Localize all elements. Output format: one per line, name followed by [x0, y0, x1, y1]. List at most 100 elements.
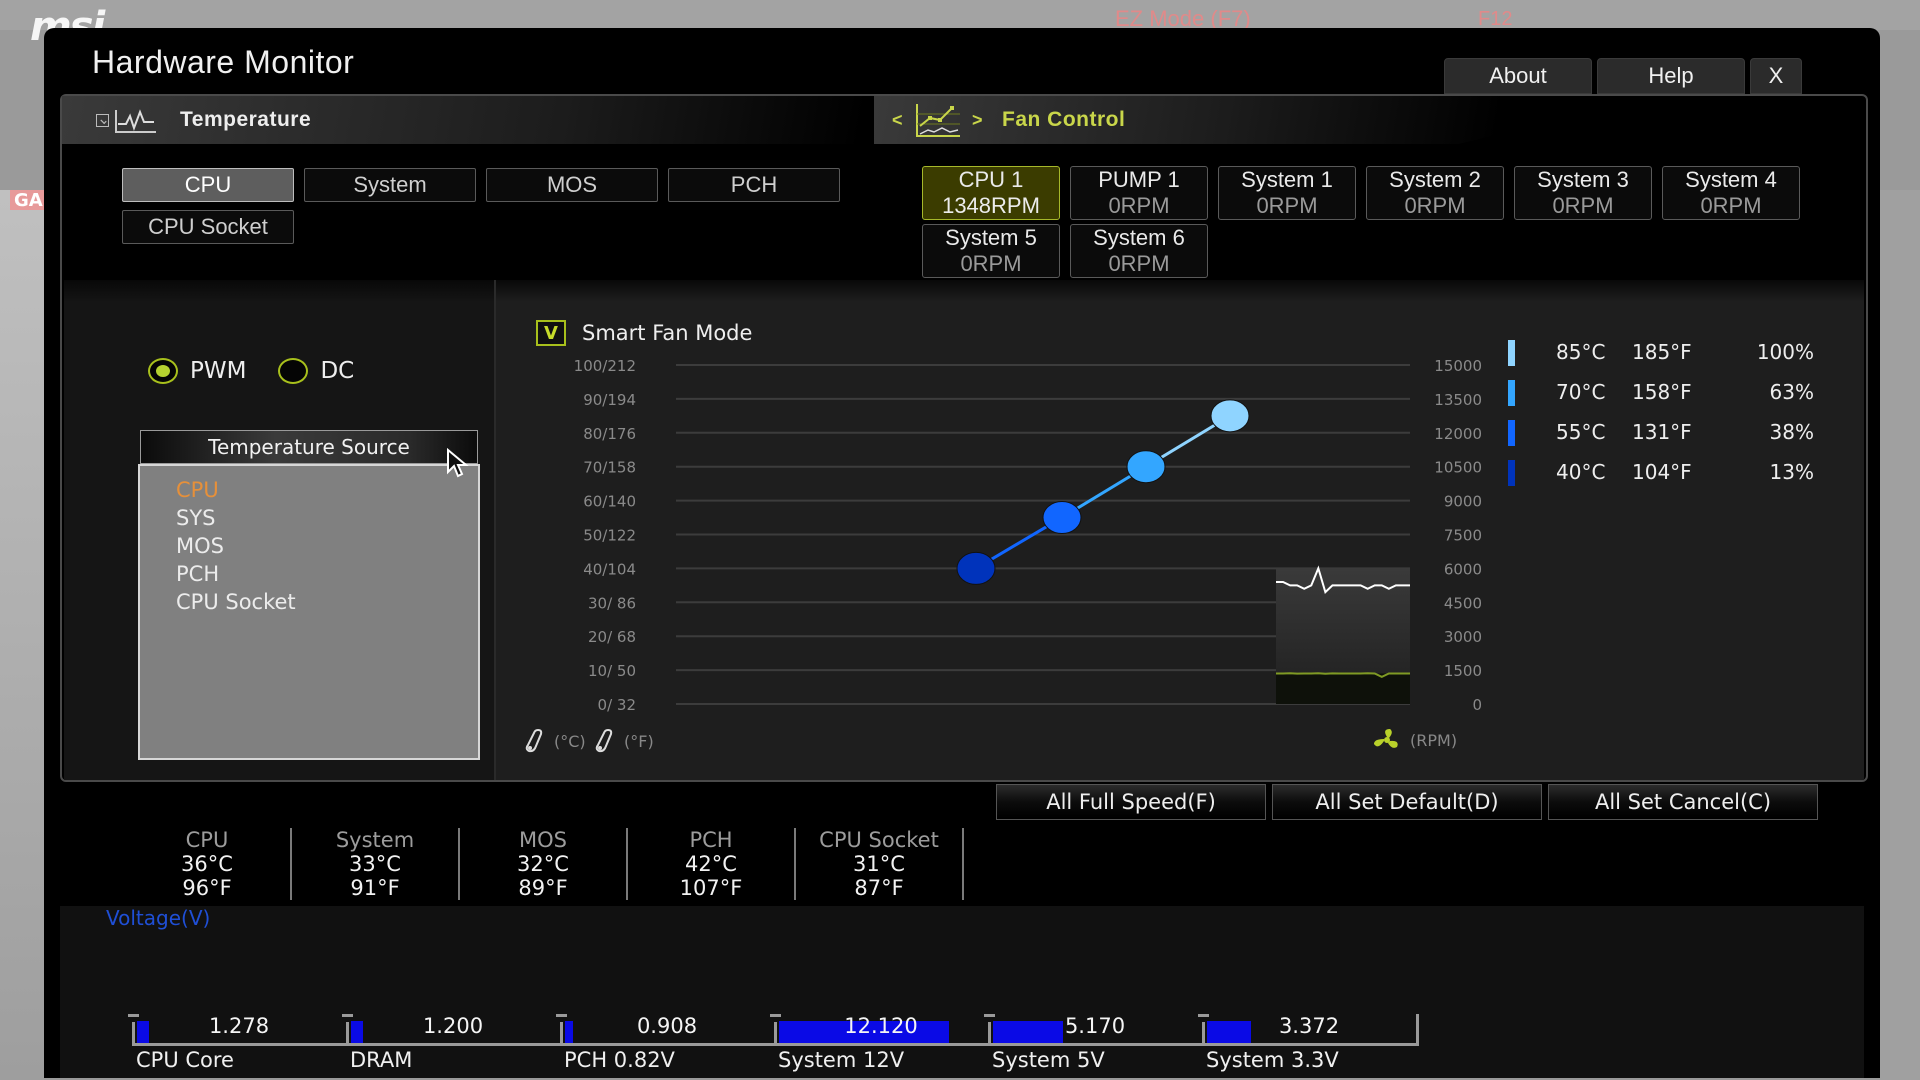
fan-name: System 6 — [1093, 225, 1185, 250]
legend-swatch — [1508, 460, 1515, 486]
bios-top-bar — [0, 0, 1920, 30]
readout-celsius: 31°C — [853, 852, 905, 876]
fan-rpm: 0RPM — [1108, 251, 1170, 276]
fan-button-cpu1[interactable]: CPU 1 1348RPM — [922, 166, 1060, 220]
about-button[interactable]: About — [1444, 58, 1592, 94]
all-full-speed-button[interactable]: All Full Speed(F) — [996, 784, 1266, 820]
legend-row: 40°C 104°F 13% — [1504, 456, 1814, 496]
legend-swatch — [1508, 420, 1515, 446]
fan-button-system4[interactable]: System 4 0RPM — [1662, 166, 1800, 220]
temp-tab-system[interactable]: System — [304, 168, 476, 202]
voltage-bar-cpu-core: 1.278 CPU Core — [128, 1014, 346, 1072]
readout-mos: MOS 32°C 89°F — [460, 828, 628, 900]
fan-name: System 5 — [945, 225, 1037, 250]
legend-row: 55°C 131°F 38% — [1504, 416, 1814, 456]
monitor-panel: Temperature < > Fan Control CPU System M… — [60, 94, 1868, 782]
fan-control-section-label[interactable]: Fan Control — [1002, 108, 1125, 132]
readout-fahrenheit: 91°F — [350, 876, 400, 900]
help-button[interactable]: Help — [1597, 58, 1745, 94]
fan-button-system3[interactable]: System 3 0RPM — [1514, 166, 1652, 220]
y-tick-label-left: 90/194 — [583, 391, 636, 409]
temperature-section-label[interactable]: Temperature — [180, 108, 311, 132]
fan-curve-point[interactable] — [1126, 450, 1166, 484]
voltage-bar-system-5v: 5.170 System 5V — [984, 1014, 1202, 1072]
legend-row: 85°C 185°F 100% — [1504, 336, 1814, 376]
legend-swatch — [1508, 380, 1515, 406]
chevron-right-icon[interactable]: > — [972, 110, 983, 131]
legend-celsius: 40°C — [1556, 460, 1606, 484]
fan-name: PUMP 1 — [1098, 167, 1180, 192]
fan-button-system5[interactable]: System 5 0RPM — [922, 224, 1060, 278]
voltage-value: 0.908 — [636, 1014, 698, 1038]
legend-swatch — [1508, 340, 1515, 366]
fan-icon — [1374, 729, 1398, 748]
voltage-label: CPU Core — [136, 1048, 234, 1072]
fan-curve-point[interactable] — [1042, 501, 1082, 535]
thermometer-icon — [595, 728, 613, 753]
voltage-value: 3.372 — [1278, 1014, 1340, 1038]
readout-fahrenheit: 107°F — [679, 876, 743, 900]
temp-tab-pch[interactable]: PCH — [668, 168, 840, 202]
fan-curve-point[interactable] — [1210, 399, 1250, 433]
game-boost-tab[interactable]: GA — [10, 190, 44, 211]
voltage-bar-system-12v: 12.120 System 12V — [770, 1014, 988, 1072]
legend-celsius: 70°C — [1556, 380, 1606, 404]
fan-button-system1[interactable]: System 1 0RPM — [1218, 166, 1356, 220]
legend-fahrenheit: 104°F — [1632, 460, 1692, 484]
voltage-value: 1.200 — [422, 1014, 484, 1038]
panel-header: Temperature < > Fan Control — [62, 96, 1866, 144]
voltage-scale-end — [1416, 1014, 1419, 1046]
y-tick-label-right: 7500 — [1444, 527, 1482, 545]
chevron-left-icon[interactable]: < — [892, 110, 903, 131]
voltage-bar-system-3-3v: 3.372 System 3.3V — [1198, 1014, 1416, 1072]
readout-cpu-socket: CPU Socket 31°C 87°F — [796, 828, 964, 900]
readout-fahrenheit: 89°F — [518, 876, 568, 900]
temp-tab-cpu[interactable]: CPU — [122, 168, 294, 202]
temp-tab-cpu-socket[interactable]: CPU Socket — [122, 210, 294, 244]
legend-fahrenheit: 185°F — [1632, 340, 1692, 364]
fan-button-pump1[interactable]: PUMP 1 0RPM — [1070, 166, 1208, 220]
fan-rpm: 0RPM — [1700, 193, 1762, 218]
fan-button-system2[interactable]: System 2 0RPM — [1366, 166, 1504, 220]
y-tick-label-right: 13500 — [1434, 391, 1482, 409]
readout-celsius: 42°C — [685, 852, 737, 876]
readout-name: CPU — [185, 828, 229, 852]
bios-side-panel-left: GA — [0, 190, 44, 1080]
rpm-unit-label: (RPM) — [1410, 730, 1458, 750]
legend-percent: 100% — [1756, 340, 1814, 364]
hardware-monitor-window: Hardware Monitor About Help X Temperatur… — [44, 28, 1880, 1078]
fan-curve-point[interactable] — [956, 551, 996, 585]
y-tick-label-right: 15000 — [1434, 357, 1482, 375]
rpm-trace-fill — [1276, 673, 1410, 704]
y-tick-label-left: 50/122 — [583, 527, 636, 545]
legend-celsius: 85°C — [1556, 340, 1606, 364]
fan-settings-area: PWM DC Temperature Source CPU SYS MOS PC… — [64, 280, 1864, 780]
y-tick-label-left: 10/ 50 — [588, 662, 636, 680]
voltage-value: 1.278 — [208, 1014, 270, 1038]
temp-tab-mos[interactable]: MOS — [486, 168, 658, 202]
readout-system: System 33°C 91°F — [292, 828, 460, 900]
fan-name: System 1 — [1241, 167, 1333, 192]
celsius-unit-label: (°C) — [554, 731, 586, 751]
all-set-default-button[interactable]: All Set Default(D) — [1272, 784, 1542, 820]
y-tick-label-left: 100/212 — [574, 357, 636, 375]
readout-fahrenheit: 87°F — [854, 876, 904, 900]
y-tick-label-left: 30/ 86 — [588, 594, 636, 612]
y-tick-label-right: 10500 — [1434, 459, 1482, 477]
all-set-cancel-button[interactable]: All Set Cancel(C) — [1548, 784, 1818, 820]
voltage-label: PCH 0.82V — [564, 1048, 675, 1072]
voltage-label: System 12V — [778, 1048, 905, 1072]
fan-curve-legend: 85°C 185°F 100% 70°C 158°F 63% 55°C 131°… — [1504, 336, 1814, 496]
voltage-bar-pch-0-82v: 0.908 PCH 0.82V — [556, 1014, 774, 1072]
fan-name: System 2 — [1389, 167, 1481, 192]
readout-name: CPU Socket — [819, 828, 939, 852]
readout-celsius: 32°C — [517, 852, 569, 876]
collapse-icon[interactable] — [96, 114, 109, 127]
close-button[interactable]: X — [1750, 58, 1802, 94]
legend-fahrenheit: 131°F — [1632, 420, 1692, 444]
readout-fahrenheit: 96°F — [182, 876, 232, 900]
legend-celsius: 55°C — [1556, 420, 1606, 444]
y-tick-label-left: 0/ 32 — [598, 696, 636, 714]
fan-button-system6[interactable]: System 6 0RPM — [1070, 224, 1208, 278]
y-tick-label-right: 4500 — [1444, 594, 1482, 612]
